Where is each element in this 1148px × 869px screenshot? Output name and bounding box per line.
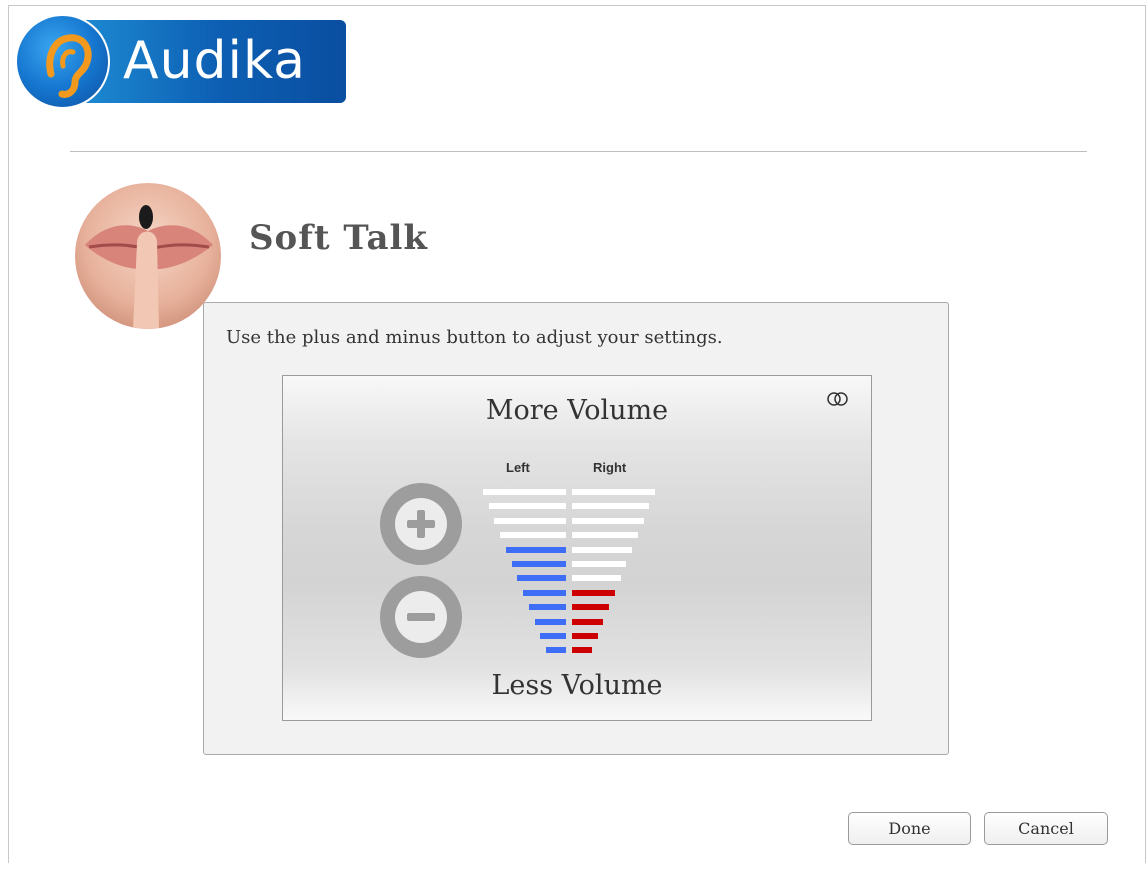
audika-logo: Audika	[15, 14, 346, 109]
instruction-text: Use the plus and minus button to adjust …	[226, 327, 723, 348]
left-level-bar	[517, 575, 566, 582]
done-button[interactable]: Done	[848, 812, 971, 845]
right-level-bar	[572, 561, 626, 567]
left-level-bar	[540, 633, 566, 639]
right-level-bar	[572, 489, 655, 495]
page-title: Soft Talk	[249, 218, 428, 258]
more-volume-label: More Volume	[485, 395, 669, 426]
volume-minus-button[interactable]	[380, 576, 462, 658]
right-level-bar	[572, 546, 632, 553]
left-level-bar	[535, 618, 566, 625]
right-level-bar	[572, 589, 615, 596]
plus-icon	[395, 498, 447, 550]
left-level-bar	[529, 604, 566, 611]
right-level-bar	[572, 503, 649, 510]
left-level-bar	[489, 503, 566, 510]
less-volume-label: Less Volume	[491, 670, 663, 701]
right-level-bar	[572, 517, 644, 524]
left-level-bar	[500, 532, 566, 539]
left-label: Left	[506, 460, 530, 475]
volume-plus-button[interactable]	[380, 483, 462, 565]
ear-logo-icon	[15, 14, 110, 109]
left-level-bar	[506, 546, 566, 553]
cancel-button[interactable]: Cancel	[984, 812, 1108, 845]
brand-name: Audika	[123, 31, 307, 91]
right-level-bar	[572, 575, 621, 582]
left-level-bar	[512, 561, 566, 567]
right-level-bar	[572, 532, 638, 539]
left-level-bar	[494, 517, 566, 524]
right-level-bar	[572, 618, 603, 625]
right-level-bar	[572, 647, 592, 654]
minus-icon	[395, 591, 447, 643]
header-divider	[70, 151, 1087, 152]
right-level-bar	[572, 633, 598, 639]
right-level-bar	[572, 604, 609, 611]
link-rings-icon[interactable]	[824, 390, 852, 408]
soft-talk-avatar	[75, 183, 221, 329]
left-level-bar	[546, 647, 566, 654]
right-label: Right	[593, 460, 627, 475]
left-level-bar	[483, 489, 566, 495]
left-level-bar	[523, 589, 566, 596]
